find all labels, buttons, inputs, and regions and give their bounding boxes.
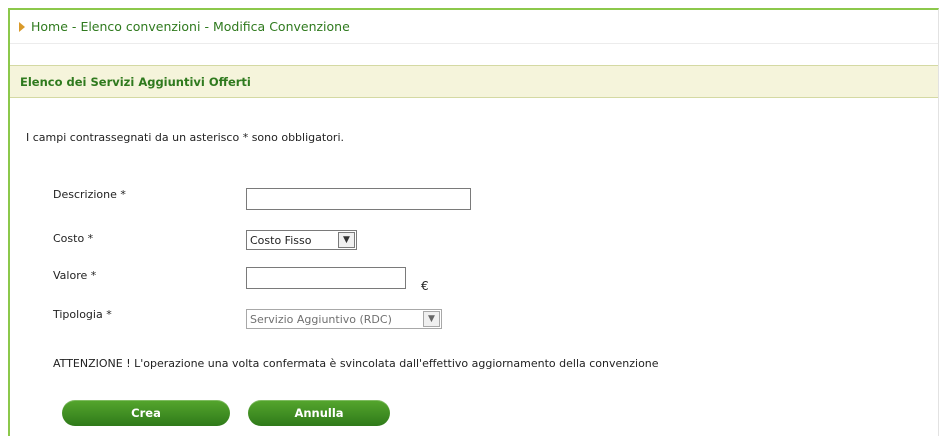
chevron-down-icon[interactable]: ▼: [338, 232, 355, 248]
breadcrumb-separator: -: [204, 19, 209, 34]
annulla-button[interactable]: Annulla: [248, 400, 390, 426]
warning-message: ATTENZIONE ! L'operazione una volta conf…: [53, 357, 659, 370]
descrizione-input[interactable]: [246, 188, 471, 210]
breadcrumb-current: Modifica Convenzione: [212, 19, 350, 34]
section-title: Elenco dei Servizi Aggiuntivi Offerti: [10, 65, 938, 98]
page-frame: Home - Elenco convenzioni - Modifica Con…: [8, 8, 939, 436]
breadcrumb-separator: -: [71, 19, 77, 34]
currency-symbol: €: [421, 279, 429, 293]
tipologia-selected-value: Servizio Aggiuntivo (RDC): [250, 312, 392, 326]
valore-label: Valore *: [53, 269, 97, 282]
tipologia-label: Tipologia *: [53, 308, 112, 321]
breadcrumb: Home - Elenco convenzioni - Modifica Con…: [10, 10, 938, 44]
breadcrumb-arrow-icon: [19, 21, 25, 32]
valore-input[interactable]: [246, 267, 406, 289]
costo-select[interactable]: Costo Fisso ▼: [246, 230, 357, 250]
costo-label: Costo *: [53, 232, 94, 245]
descrizione-label: Descrizione *: [53, 188, 126, 201]
costo-selected-value: Costo Fisso: [250, 233, 312, 247]
tipologia-select[interactable]: Servizio Aggiuntivo (RDC) ▼: [246, 309, 442, 329]
crea-button[interactable]: Crea: [62, 400, 230, 426]
required-fields-note: I campi contrassegnati da un asterisco *…: [26, 131, 344, 144]
breadcrumb-home-link[interactable]: Home: [31, 19, 68, 34]
breadcrumb-elenco-convenzioni-link[interactable]: Elenco convenzioni: [80, 19, 200, 34]
chevron-down-icon[interactable]: ▼: [423, 311, 440, 327]
